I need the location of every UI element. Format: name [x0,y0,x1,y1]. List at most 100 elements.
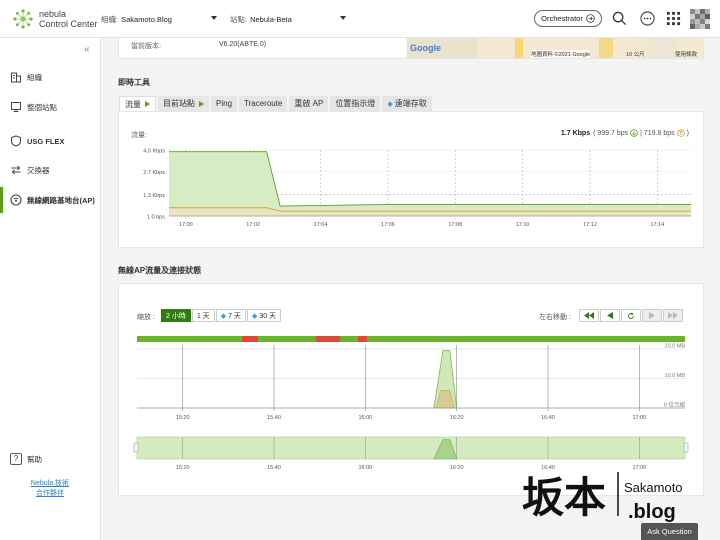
device-info-card: 當前版本: V6.20(ABTE.0) Google 地圖資料 ©2021 Go… [118,38,704,59]
zoom-30d-button[interactable]: ◆ 30 天 [246,309,282,322]
shield-icon [10,135,22,147]
ask-question-label: Ask Question [647,527,692,536]
status-segment [340,336,358,342]
chevron-down-icon [211,16,217,20]
play-icon [145,101,150,107]
org-value: Sakamoto.Blog [121,14,172,24]
navigator-left-handle [133,442,139,453]
x-tick-label: 17:04 [314,222,328,228]
rewind-button[interactable] [579,309,599,322]
rate-upload: | 719.8 bps [640,129,675,137]
x-tick-label: 17:14 [650,222,664,228]
y-tick-label: 1.0 bps [147,215,165,221]
help-label: 幫助 [27,454,42,464]
traffic-rate-summary: 1.7 Kbps ( 999.7 bps | 719.8 bps ) [561,129,689,137]
sidebar-item-organization[interactable]: 組織 [0,64,101,90]
sidebar-item-label: USG FLEX [27,136,65,146]
status-segment [242,336,258,342]
download-area [169,151,691,216]
sidebar-item-switch[interactable]: 交換器 [0,157,101,183]
partner-link[interactable]: Nebula 技術 合作夥伴 [22,479,78,499]
play-back-icon [607,312,613,319]
sidebar: « 組織 整個站點 USG FLEX 交換器 無線網路基地台(AP) ? 幫助 … [0,38,101,540]
x-tick-label: 15:20 [176,415,190,421]
nebula-logo[interactable] [12,8,34,30]
map-copyright: 地圖資料 ©2021 Google [531,50,591,58]
collapse-sidebar-icon[interactable]: « [84,44,90,55]
navigator-tick-label: 16:00 [358,465,372,471]
site-selector[interactable]: 站點: Nebula-Beta [230,12,346,26]
tab-reboot-ap[interactable]: 重啟 AP [289,96,329,111]
y-tick-label: 1.3 Kbps [143,193,165,199]
firmware-value: V6.20(ABTE.0) [219,41,267,48]
tab-remote-access[interactable]: ◆ 遠端存取 [382,96,432,111]
status-segment [358,336,367,342]
tab-traceroute[interactable]: Traceroute [239,96,288,111]
sidebar-item-label: 整個站點 [27,102,57,112]
x-tick-label: 16:00 [358,415,372,421]
apps-grid-icon[interactable] [666,11,681,26]
zoom-1d-button[interactable]: 1 天 [191,309,215,322]
tab-current-clients[interactable]: 目前站點 [158,96,209,111]
zoom-2h-button[interactable]: 2 小時 [161,309,191,322]
help-link[interactable]: ? 幫助 [10,453,42,465]
zoom-option-label: 2 小時 [166,312,186,320]
y-tick-label: 4.0 Kbps [143,149,165,155]
upload-arrow-icon [676,129,685,137]
tab-label: 流量 [125,99,141,109]
previous-button[interactable] [600,309,620,322]
navigator-range [136,436,686,460]
tab-label: Traceroute [244,99,283,108]
y-tick-label: 20.0 MB [665,344,686,350]
zoom-option-label: 30 天 [259,312,277,320]
partner-line-2: 合作夥伴 [36,490,64,497]
play-icon [199,100,204,107]
navigator-tick-label: 16:20 [450,465,464,471]
play-icon [649,312,655,319]
top-bar: nebula Control Center 組織: Sakamoto.Blog … [0,0,720,38]
tab-traffic[interactable]: 流量 [119,96,156,111]
diamond-icon: ◆ [251,312,258,320]
help-icon: ? [10,453,22,465]
building-icon [11,72,21,83]
x-tick-label: 16:20 [450,415,464,421]
x-tick-label: 15:40 [267,415,281,421]
search-icon[interactable] [612,11,627,26]
watermark-chinese: 坂本 [522,473,606,522]
location-map[interactable]: Google 地圖資料 ©2021 Google 10 公尺 使用條款 [407,38,703,58]
fast-forward-button[interactable] [663,309,683,322]
map-scale: 10 公尺 [626,52,645,58]
status-segment [258,336,316,342]
org-selector[interactable]: 組織: Sakamoto.Blog [101,12,217,26]
traffic-label: 流量: [131,132,147,139]
site-label: 站點: [230,14,248,24]
tab-locator-led[interactable]: 位置指示燈 [330,96,381,111]
rate-total: 1.7 Kbps [560,129,591,137]
tab-ping[interactable]: Ping [211,96,238,111]
traffic-card: 流量: 1.7 Kbps ( 999.7 bps | 719.8 bps ) 4… [118,111,704,248]
reset-button[interactable] [621,309,641,322]
map-terms-link[interactable]: 使用條款 [675,50,697,58]
traffic-chart: 4.0 Kbps 2.7 Kbps 1.3 Kbps 1.0 bps 17:00 17:0… [143,149,691,228]
ask-question-button[interactable]: Ask Question [641,523,698,540]
avatar[interactable] [690,9,710,29]
navigator-tick-label: 15:20 [176,465,190,471]
sidebar-item-label: 無線網路基地台(AP) [27,195,95,205]
status-segment [316,336,340,342]
x-tick-label: 17:06 [381,222,395,228]
access-point-icon [10,194,22,206]
zoom-7d-button[interactable]: ◆ 7 天 [215,309,246,322]
rewind-icon [584,312,594,319]
refresh-icon [628,311,634,319]
y-tick-label: 10.0 MB [665,373,686,379]
tab-label: 重啟 AP [294,99,324,108]
rate-download: ( 999.7 bps [593,129,629,137]
sidebar-item-usg-flex[interactable]: USG FLEX [0,128,101,154]
orchestrator-button[interactable]: Orchestrator [534,10,602,27]
more-icon[interactable] [640,11,655,26]
next-button[interactable] [642,309,662,322]
zoom-option-label: 1 天 [196,312,210,320]
zoom-label: 縮放 : [137,314,155,321]
sidebar-item-site-wide[interactable]: 整個站點 [0,94,101,120]
sidebar-item-access-point[interactable]: 無線網路基地台(AP) [0,187,101,213]
